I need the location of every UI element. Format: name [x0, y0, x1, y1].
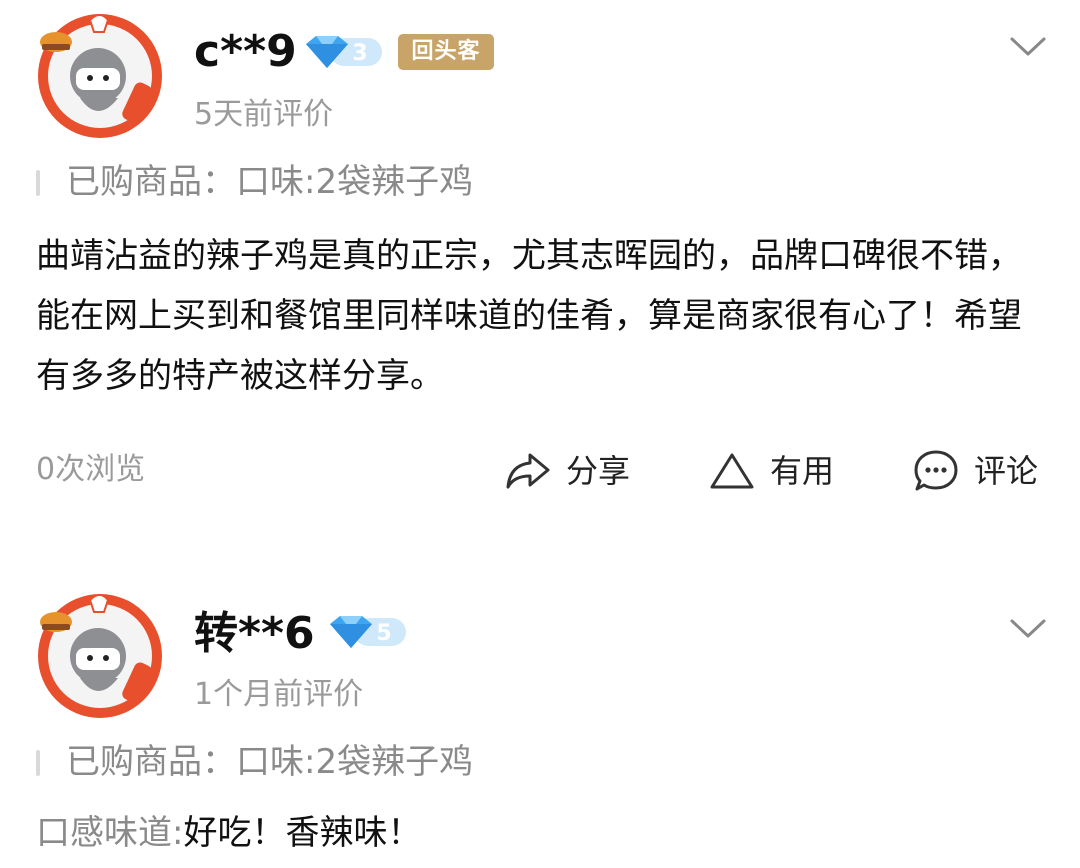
- review-footer: 0次浏览 分享 有用 评论: [0, 440, 1080, 500]
- share-button[interactable]: 分享: [504, 444, 630, 498]
- chevron-down-icon[interactable]: [1008, 34, 1048, 60]
- avatar[interactable]: [36, 592, 164, 720]
- useful-button[interactable]: 有用: [708, 444, 834, 498]
- review-card: c**9 3 回头客 5天前评价 已购商品：口味:2袋辣子鸡 曲靖沾益的辣子鸡是…: [0, 0, 1080, 540]
- avatar[interactable]: [36, 12, 164, 140]
- review-time: 5天前评价: [194, 97, 334, 132]
- share-icon: [506, 453, 550, 489]
- review-time: 1个月前评价: [194, 677, 364, 712]
- purchased-item-text: 已购商品：口味:2袋辣子鸡: [66, 162, 474, 202]
- share-label: 分享: [566, 452, 631, 490]
- diamond-level-icon: 5: [330, 616, 406, 648]
- divider-bar: [36, 750, 40, 776]
- comment-label: 评论: [974, 452, 1039, 490]
- view-count: 0次浏览: [36, 452, 146, 487]
- chevron-down-icon[interactable]: [1008, 616, 1048, 642]
- triangle-useful-icon: [710, 453, 754, 489]
- level-number: 3: [352, 41, 367, 66]
- taste-label: 口感味道:: [36, 813, 184, 853]
- purchased-item-text: 已购商品：口味:2袋辣子鸡: [66, 742, 474, 782]
- taste-value: 好吃！香辣味！: [183, 813, 422, 853]
- username[interactable]: c**9: [194, 30, 297, 74]
- comment-button[interactable]: 评论: [912, 444, 1038, 498]
- returning-customer-badge: 回头客: [398, 34, 494, 70]
- review-text: 曲靖沾益的辣子鸡是真的正宗，尤其志晖园的，品牌口碑很不错，能在网上买到和餐馆里同…: [36, 236, 1022, 396]
- useful-label: 有用: [770, 452, 835, 490]
- review-card: 转**6 5 1个月前评价 已购商品：口味:2袋辣子鸡 口感味道:好吃！香辣味！: [0, 580, 1080, 868]
- divider-bar: [36, 170, 40, 196]
- diamond-level-icon: 3: [306, 36, 382, 68]
- comment-bubble-icon: [914, 450, 958, 491]
- username[interactable]: 转**6: [194, 612, 315, 656]
- level-number: 5: [376, 621, 391, 646]
- taste-rating: 口感味道:好吃！香辣味！: [36, 808, 421, 858]
